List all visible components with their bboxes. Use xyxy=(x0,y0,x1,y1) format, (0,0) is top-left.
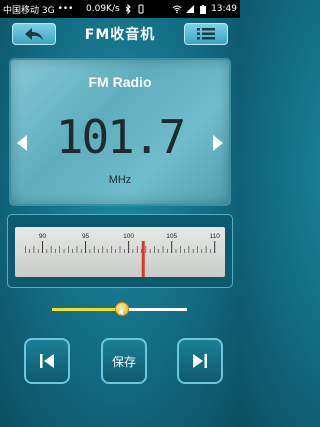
clock: 13:49 xyxy=(211,4,237,14)
save-button[interactable]: 保存 xyxy=(101,338,147,384)
carrier-label: 中国移动 3G xyxy=(3,5,55,16)
page-title: FM收音机 xyxy=(84,27,156,43)
skip-previous-icon xyxy=(40,354,54,368)
wifi-icon xyxy=(172,5,182,14)
speaker-icon xyxy=(119,309,124,315)
volume-slider[interactable] xyxy=(52,302,187,316)
notification-dots: ••• xyxy=(57,4,74,14)
signal-icon xyxy=(186,5,195,13)
volume-fill xyxy=(52,308,123,311)
network-speed: 0.09K/s xyxy=(86,4,120,14)
previous-station-button[interactable] xyxy=(24,338,70,384)
tuner-tick-label: 95 xyxy=(82,233,90,240)
back-arrow-icon xyxy=(25,28,43,40)
frequency-display: FM Radio 101.7 MHz xyxy=(9,58,231,206)
tuner-tick-label: 90 xyxy=(39,233,47,240)
tuner-scale: 90 95 100 105 110 xyxy=(25,233,221,277)
frequency-value: 101.7 xyxy=(55,110,186,164)
back-button[interactable] xyxy=(12,23,56,45)
menu-button[interactable] xyxy=(184,23,228,45)
skip-next-icon xyxy=(193,354,207,368)
volume-knob[interactable] xyxy=(115,302,130,316)
battery-icon xyxy=(200,5,207,14)
tuner-needle[interactable] xyxy=(141,241,145,277)
status-bar: 中国移动 3G ••• 0.09K/s 13:49 xyxy=(0,0,240,18)
tuner-tick-label: 110 xyxy=(210,233,221,240)
seek-up-arrow[interactable] xyxy=(211,134,225,152)
tuner-tick-label: 100 xyxy=(123,233,134,240)
bluetooth-icon xyxy=(125,4,131,14)
tuner-tick-label: 105 xyxy=(166,233,177,240)
tuner-dial[interactable]: 90 95 100 105 110 xyxy=(15,227,225,277)
tuner-panel: 90 95 100 105 110 xyxy=(7,214,233,288)
frequency-unit: MHz xyxy=(108,174,132,186)
list-icon xyxy=(197,28,215,40)
next-station-button[interactable] xyxy=(177,338,223,384)
band-label: FM Radio xyxy=(88,74,152,90)
vibrate-icon xyxy=(138,4,144,14)
title-bar: FM收音机 xyxy=(0,18,240,50)
